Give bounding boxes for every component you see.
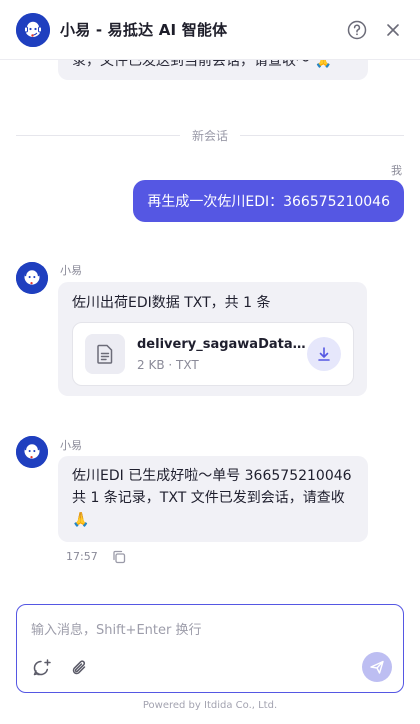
chat-area[interactable]: 录，文件已发送到当前会话，请查收～ 🙏 新会话 我 再生成一次佐川EDI：366… xyxy=(0,60,420,603)
bot-message: 佐川EDI 已生成好啦～单号 366575210046 共 1 条记录，TXT … xyxy=(58,456,368,542)
user-label: 我 xyxy=(391,164,402,177)
previous-message-text: 录，文件已发送到当前会话，请查收～ xyxy=(72,60,310,69)
new-session-divider: 新会话 xyxy=(16,126,405,144)
user-message: 再生成一次佐川EDI：366575210046 xyxy=(133,180,404,222)
bot-name: 小易 xyxy=(60,439,82,452)
bot-message-text: 佐川出荷EDI数据 TXT，共 1 条 xyxy=(72,295,271,311)
message-timestamp: 17:57 xyxy=(66,550,98,563)
file-attachment-card[interactable]: delivery_sagawaData... 2 KB · TXT xyxy=(72,322,354,386)
chat-title: 小易 - 易抵达 AI 智能体 xyxy=(60,21,228,39)
file-size: 2 KB · TXT xyxy=(137,357,199,372)
footer-credit: Powered by Itdida Co., Ltd. xyxy=(142,700,278,711)
message-input[interactable] xyxy=(31,619,381,641)
assistant-logo xyxy=(16,12,50,47)
bot-avatar xyxy=(16,436,48,468)
bot-name: 小易 xyxy=(60,264,82,277)
download-icon[interactable] xyxy=(307,337,341,371)
divider-line xyxy=(240,134,405,136)
send-icon[interactable] xyxy=(362,652,392,682)
paperclip-icon[interactable] xyxy=(69,657,91,679)
previous-bot-message: 录，文件已发送到当前会话，请查收～ 🙏 xyxy=(58,60,368,80)
help-circle-icon[interactable] xyxy=(346,19,368,41)
message-composer xyxy=(16,604,404,693)
bot-message-text: 佐川EDI 已生成好啦～单号 366575210046 共 1 条记录，TXT … xyxy=(72,468,352,506)
divider-line xyxy=(16,134,180,136)
file-name: delivery_sagawaData... xyxy=(137,336,307,352)
pray-emoji: 🙏 xyxy=(72,512,90,528)
copy-icon[interactable] xyxy=(112,549,128,565)
document-icon xyxy=(85,334,125,374)
chat-header: 小易 - 易抵达 AI 智能体 xyxy=(0,0,420,60)
bot-avatar xyxy=(16,262,48,294)
bot-message: 佐川出荷EDI数据 TXT，共 1 条 delivery_sagawaData.… xyxy=(58,282,367,396)
pray-emoji: 🙏 xyxy=(314,60,332,69)
divider-label: 新会话 xyxy=(192,128,229,143)
new-chat-icon[interactable] xyxy=(31,657,53,679)
close-icon[interactable] xyxy=(382,19,404,41)
